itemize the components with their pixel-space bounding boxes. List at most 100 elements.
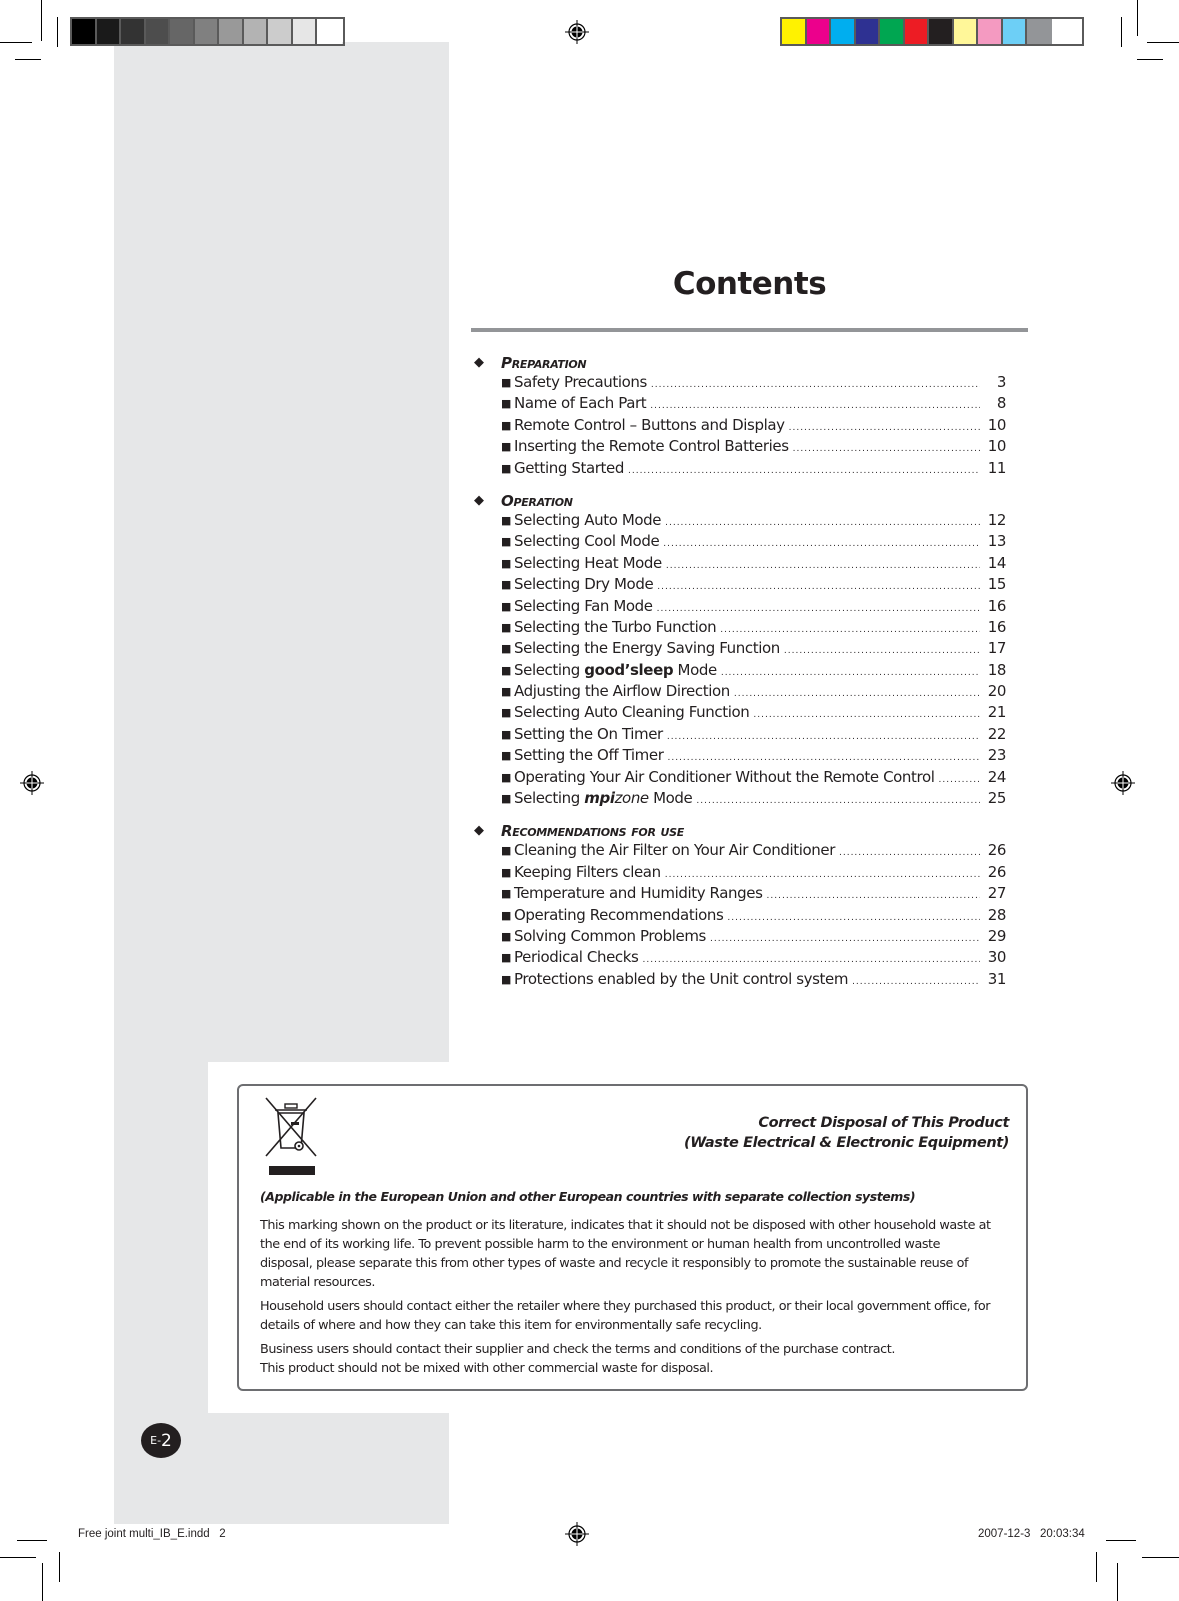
crop-mark (15, 59, 41, 60)
toc-entry[interactable]: ■Selecting Dry Mode 15 (501, 575, 1006, 596)
grayscale-color-bar (70, 17, 345, 46)
disposal-title-line2: (Waste Electrical & Electronic Equipment… (684, 1135, 1009, 1151)
toc-page-number: 13 (987, 532, 1007, 551)
toc-entry[interactable]: ■Operating Recommendations 28 (501, 906, 1006, 927)
toc-entry[interactable]: ■Remote Control – Buttons and Display 10 (501, 416, 1006, 437)
dot-leader (727, 913, 980, 923)
toc-entry-title: Operating Your Air Conditioner Without t… (514, 767, 935, 786)
toc-entry-title: Periodical Checks (514, 948, 639, 967)
toc-entry[interactable]: ■Selecting the Turbo Function 16 (501, 618, 1006, 639)
toc-entry[interactable]: ■Setting the Off Timer 23 (501, 746, 1006, 767)
brand-logo-zone: zone (614, 789, 650, 808)
toc-entry[interactable]: ■ Protections enabled by the Unit control… (501, 970, 1006, 991)
disposal-title: Correct Disposal of This Product (Waste … (684, 1113, 1009, 1153)
toc-entry[interactable]: ■Getting Started 11 (501, 459, 1006, 480)
toc-entry-title: Temperature and Humidity Ranges (514, 884, 763, 903)
square-bullet-icon: ■ (501, 599, 511, 613)
toc-entry[interactable]: ■Selecting Heat Mode 14 (501, 554, 1006, 575)
toc-page-number: 17 (987, 639, 1007, 658)
square-bullet-icon: ■ (501, 792, 511, 806)
toc-entry[interactable]: ■Temperature and Humidity Ranges 27 (501, 884, 1006, 905)
toc-section: ◆Preparation■Safety Precautions3■Name of… (471, 352, 1006, 480)
process-color-swatch (1002, 19, 1027, 44)
toc-entry[interactable]: ■Solving Common Problems 29 (501, 927, 1006, 948)
toc-page-number: 28 (987, 905, 1007, 924)
toc-page-number: 29 (987, 926, 1007, 945)
toc-entry[interactable]: ■Safety Precautions 3 (501, 373, 1006, 394)
crop-mark (1106, 1540, 1136, 1541)
toc-entry[interactable]: ■Selecting mpizone Mode 25 (501, 789, 1006, 810)
crop-mark (17, 1540, 47, 1541)
grayscale-swatch (243, 19, 268, 44)
toc-entry[interactable]: ■Keeping Filters clean 26 (501, 863, 1006, 884)
square-bullet-icon: ■ (501, 642, 511, 656)
disposal-paragraph: This marking shown on the product or its… (260, 1218, 991, 1290)
toc-page-number: 25 (987, 789, 1007, 808)
dot-leader (939, 775, 981, 785)
dot-leader (667, 732, 980, 742)
toc-section-heading: ◆ Recommendations for use (471, 820, 1006, 841)
toc-entry[interactable]: ■Selecting the Energy Saving Function 17 (501, 639, 1006, 660)
toc-entry[interactable]: ■Selecting good’sleep Mode 18 (501, 661, 1006, 682)
toc-entry-title-pre: Selecting (514, 660, 585, 679)
toc-entry[interactable]: ■Name of Each Part 8 (501, 394, 1006, 415)
toc-entry-title: Remote Control – Buttons and Display (514, 415, 785, 434)
square-bullet-icon: ■ (501, 578, 511, 592)
process-color-swatch (978, 19, 1003, 44)
toc-section-heading: ◆ Operation (471, 490, 1006, 511)
square-bullet-icon: ■ (501, 706, 511, 720)
slug-timestamp: 2007-12-3 20:03:34 (978, 1528, 1085, 1540)
toc-entry[interactable]: ■ Cleaning the Air Filter on Your Air Con… (501, 841, 1006, 862)
toc-entry[interactable]: ■Selecting Cool Mode 13 (501, 532, 1006, 553)
square-bullet-icon: ■ (501, 727, 511, 741)
grayscale-swatch (96, 19, 121, 44)
process-color-bar (780, 17, 1084, 46)
toc-entry[interactable]: ■Selecting Auto Cleaning Function 21 (501, 703, 1006, 724)
toc-entry[interactable]: ■Periodical Checks 30 (501, 948, 1006, 969)
toc-entry-title: Name of Each Part (514, 394, 647, 413)
toc-entry[interactable]: ■Setting the On Timer 22 (501, 725, 1006, 746)
process-color-swatch (953, 19, 978, 44)
toc-entry-title: Selecting Dry Mode (514, 575, 654, 594)
grayscale-swatch (145, 19, 170, 44)
square-bullet-icon: ■ (501, 663, 511, 677)
toc-page-number: 24 (987, 767, 1007, 786)
crop-mark (1117, 1563, 1118, 1601)
square-bullet-icon: ■ (501, 929, 511, 943)
toc-entry[interactable]: ■ Operating Your Air Conditioner Without … (501, 768, 1006, 789)
grayscale-swatch (219, 19, 244, 44)
toc-section-label: Recommendations for use (501, 822, 685, 841)
brand-logo-mpi: mpi (584, 789, 615, 808)
dot-leader (642, 955, 980, 965)
dot-leader (665, 518, 980, 528)
toc-entry-title: Selecting the Energy Saving Function (514, 639, 780, 658)
toc-entry[interactable]: ■Selecting Auto Mode 12 (501, 511, 1006, 532)
square-bullet-icon: ■ (501, 770, 511, 784)
grayscale-swatch (194, 19, 219, 44)
square-bullet-icon: ■ (501, 972, 511, 986)
dot-leader (753, 710, 980, 720)
toc-entry-title-pre: Selecting (514, 789, 585, 808)
toc-entry[interactable]: ■Adjusting the Airflow Direction 20 (501, 682, 1006, 703)
process-color-swatch (1027, 19, 1052, 44)
square-bullet-icon: ■ (501, 440, 511, 454)
toc-entry[interactable]: ■Selecting Fan Mode 16 (501, 597, 1006, 618)
toc-page-number: 3 (996, 373, 1007, 391)
toc-entry-title: Selecting Fan Mode (514, 596, 653, 615)
toc-entry-title: Keeping Filters clean (514, 862, 661, 881)
process-color-swatch (855, 19, 880, 44)
toc-entry-title: Selecting Cool Mode (514, 532, 660, 551)
toc-section-label: Preparation (501, 354, 587, 372)
toc-page-number: 10 (987, 437, 1007, 456)
toc-entry-title: Getting Started (514, 458, 624, 477)
brand-logo-goodsleep: good’sleep (584, 660, 674, 679)
square-bullet-icon: ■ (501, 865, 511, 879)
toc-entry-title: Adjusting the Airflow Direction (514, 682, 730, 701)
dot-leader (667, 753, 980, 763)
dot-leader (651, 380, 980, 390)
toc-entry-title: Setting the On Timer (514, 724, 663, 743)
toc-entry[interactable]: ■Inserting the Remote Control Batteries 1… (501, 437, 1006, 458)
crop-mark (1137, 0, 1138, 36)
crossed-out-wheelie-bin-icon (265, 1097, 317, 1175)
process-color-swatch (904, 19, 929, 44)
